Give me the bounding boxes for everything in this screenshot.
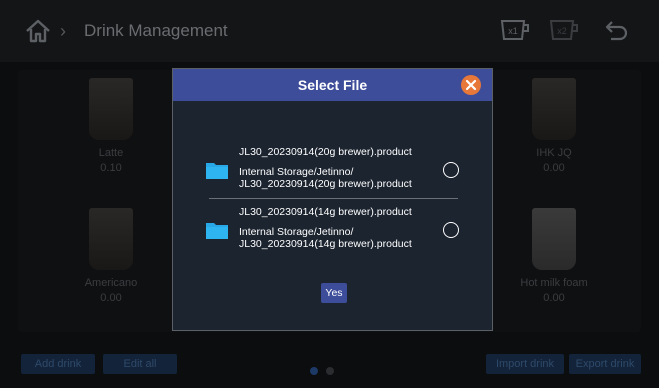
- chevron-right-icon: ›: [60, 21, 66, 41]
- drink-name: Americano: [84, 277, 138, 289]
- file-name: JL30_20230914(14g brewer).product: [239, 206, 412, 218]
- dialog-header: Select File: [173, 69, 492, 101]
- drink-price: 0.00: [100, 292, 122, 304]
- add-drink-button[interactable]: Add drink: [21, 354, 95, 374]
- file-path: Internal Storage/Jetinno/ JL30_20230914(…: [239, 166, 412, 190]
- file-path-line2: JL30_20230914(14g brewer).product: [239, 238, 412, 250]
- drink-name: Hot milk foam: [520, 277, 588, 289]
- file-name: JL30_20230914(20g brewer).product: [239, 146, 412, 158]
- page-indicator: [310, 362, 342, 380]
- drink-card-hot-milk-foam[interactable]: Hot milk foam 0.00: [499, 208, 609, 306]
- file-item-20g[interactable]: JL30_20230914(20g brewer).product Intern…: [173, 142, 494, 202]
- page-title: Drink Management: [84, 21, 228, 40]
- dialog-title: Select File: [297, 77, 368, 93]
- drink-name: Latte: [98, 147, 124, 159]
- home-icon[interactable]: [24, 18, 52, 44]
- edit-all-button[interactable]: Edit all: [103, 354, 177, 374]
- cup-x1-icon[interactable]: x1: [499, 18, 533, 42]
- header-bar: › Drink Management x1 x2: [0, 0, 659, 62]
- svg-text:x2: x2: [557, 26, 567, 36]
- back-icon[interactable]: [603, 18, 631, 42]
- file-item-14g[interactable]: JL30_20230914(14g brewer).product Intern…: [173, 202, 494, 262]
- file-path-line1: Internal Storage/Jetinno/: [239, 166, 354, 178]
- cup-x2-icon[interactable]: x2: [548, 18, 582, 42]
- file-radio-button[interactable]: [443, 162, 459, 178]
- hot-milk-foam-cup-image: [532, 208, 576, 270]
- yes-button[interactable]: Yes: [321, 283, 347, 303]
- export-drink-button[interactable]: Export drink: [569, 354, 641, 374]
- drink-management-screen: › Drink Management x1 x2 Latte 0.10 IHK …: [0, 0, 659, 388]
- file-divider: [209, 198, 458, 199]
- page-dot[interactable]: [326, 367, 334, 375]
- file-path-line2: JL30_20230914(20g brewer).product: [239, 178, 412, 190]
- drink-card-ihk-jq[interactable]: IHK JQ 0.00: [499, 78, 609, 176]
- drink-name: IHK JQ: [536, 147, 572, 159]
- latte-cup-image: [89, 78, 133, 140]
- drink-card-americano[interactable]: Americano 0.00: [56, 208, 166, 306]
- drink-price: 0.00: [543, 162, 565, 174]
- file-path: Internal Storage/Jetinno/ JL30_20230914(…: [239, 226, 412, 250]
- file-path-line1: Internal Storage/Jetinno/: [239, 226, 354, 238]
- import-drink-button[interactable]: Import drink: [486, 354, 564, 374]
- close-button[interactable]: [461, 75, 481, 95]
- page-dot-active[interactable]: [310, 367, 318, 375]
- drink-card-latte[interactable]: Latte 0.10: [56, 78, 166, 176]
- americano-cup-image: [89, 208, 133, 270]
- svg-text:x1: x1: [508, 26, 518, 36]
- drink-price: 0.10: [100, 162, 122, 174]
- close-icon: [465, 79, 477, 91]
- folder-icon: [206, 223, 228, 239]
- folder-icon: [206, 163, 228, 179]
- file-radio-button[interactable]: [443, 222, 459, 238]
- drink-price: 0.00: [543, 292, 565, 304]
- select-file-dialog: Select File JL30_20230914(20g brewer).pr…: [172, 68, 493, 331]
- ihk-jq-cup-image: [532, 78, 576, 140]
